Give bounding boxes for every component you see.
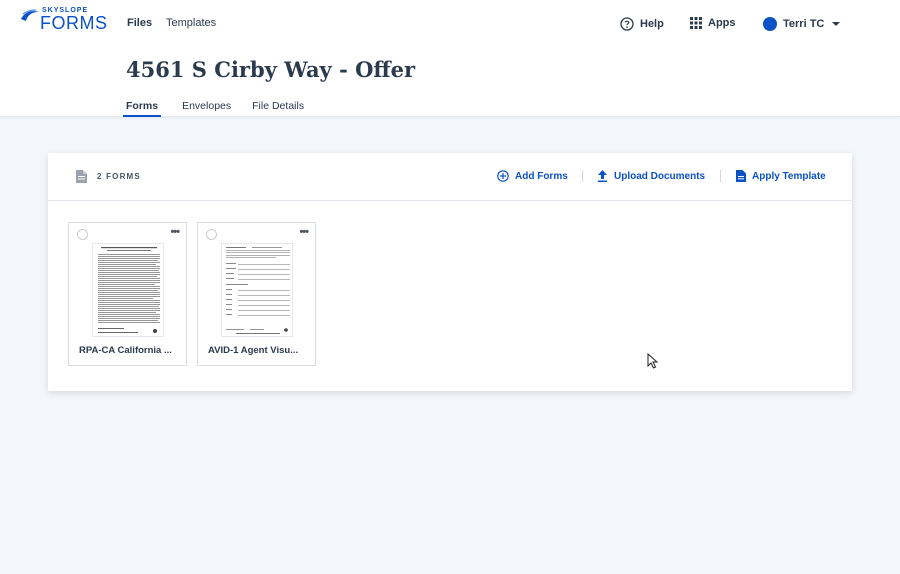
logo-wordmark: FORMS bbox=[40, 13, 108, 33]
toolbar-divider bbox=[720, 170, 721, 182]
nav-files[interactable]: Files bbox=[127, 17, 152, 29]
upload-icon bbox=[598, 170, 607, 182]
forms-panel-header: 2 FORMS Add Forms Upload Documents Apply… bbox=[48, 153, 852, 201]
add-circle-icon bbox=[497, 170, 509, 182]
apps-label: Apps bbox=[708, 17, 736, 29]
select-radio[interactable] bbox=[77, 229, 88, 240]
add-forms-label: Add Forms bbox=[515, 170, 568, 182]
help-label: Help bbox=[640, 18, 664, 30]
skyslope-forms-logo[interactable]: SKYSLOPE FORMS bbox=[20, 7, 107, 33]
form-thumbnail bbox=[221, 243, 293, 337]
forms-count: 2 FORMS bbox=[76, 170, 141, 183]
form-name: AVID-1 Agent Visu... bbox=[208, 345, 299, 356]
chevron-down-icon bbox=[832, 22, 841, 26]
avatar bbox=[763, 17, 777, 31]
user-menu[interactable]: Terri TC bbox=[763, 17, 841, 31]
template-document-icon bbox=[736, 170, 746, 182]
upload-documents-label: Upload Documents bbox=[614, 170, 706, 182]
document-icon bbox=[76, 170, 87, 183]
mouse-pointer-icon bbox=[647, 353, 659, 369]
forms-count-label: 2 FORMS bbox=[97, 172, 141, 181]
form-thumbnail bbox=[92, 243, 164, 337]
upload-documents-button[interactable]: Upload Documents bbox=[597, 170, 705, 182]
form-card[interactable]: ••• bbox=[197, 222, 316, 366]
apps-button[interactable]: Apps bbox=[690, 17, 736, 29]
forms-panel: 2 FORMS Add Forms Upload Documents Apply… bbox=[48, 153, 852, 391]
more-options-icon[interactable]: ••• bbox=[170, 226, 180, 238]
file-tabs: Forms Envelopes File Details bbox=[123, 100, 304, 117]
toolbar-divider bbox=[582, 170, 583, 182]
form-card[interactable]: ••• bbox=[68, 222, 187, 366]
nav-templates[interactable]: Templates bbox=[166, 17, 216, 29]
apply-template-label: Apply Template bbox=[752, 170, 826, 182]
help-icon bbox=[620, 17, 634, 31]
apps-grid-icon bbox=[690, 17, 702, 29]
select-radio[interactable] bbox=[206, 229, 217, 240]
top-header: SKYSLOPE FORMS Files Templates Help Apps… bbox=[0, 0, 900, 117]
more-options-icon[interactable]: ••• bbox=[299, 226, 309, 238]
add-forms-button[interactable]: Add Forms bbox=[497, 170, 568, 182]
user-name: Terri TC bbox=[783, 18, 825, 30]
tab-envelopes[interactable]: Envelopes bbox=[182, 100, 231, 117]
dense-document-preview bbox=[98, 247, 160, 333]
apply-template-button[interactable]: Apply Template bbox=[736, 170, 826, 182]
help-button[interactable]: Help bbox=[620, 17, 664, 31]
sparse-document-preview bbox=[226, 247, 290, 334]
tab-forms[interactable]: Forms bbox=[123, 100, 162, 117]
page-title: 4561 S Cirby Way - Offer bbox=[126, 57, 416, 82]
tab-file-details[interactable]: File Details bbox=[252, 100, 304, 117]
logo-swoosh-icon bbox=[21, 9, 39, 21]
form-name: RPA-CA California ... bbox=[79, 345, 172, 356]
